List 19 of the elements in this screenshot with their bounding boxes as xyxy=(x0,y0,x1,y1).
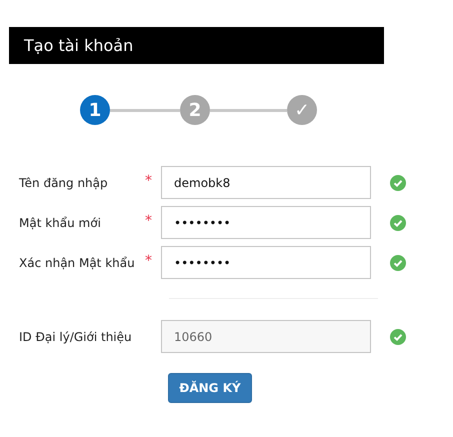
register-button[interactable]: ĐĂNG KÝ xyxy=(168,373,252,403)
check-circle-icon xyxy=(390,174,406,190)
check-circle-icon xyxy=(390,328,406,344)
field-label: Tên đăng nhập xyxy=(18,176,109,190)
page-header: Tạo tài khoản xyxy=(9,27,384,64)
input-field[interactable]: •••••••• xyxy=(161,206,371,239)
check-circle-icon xyxy=(390,254,406,270)
check-circle-icon xyxy=(390,214,406,230)
input-field[interactable]: demobk8 xyxy=(161,166,371,199)
field-label: ID Đại lý/Giới thiệu xyxy=(18,330,133,344)
step-indicator: ✓ xyxy=(287,95,317,125)
required-mark: * xyxy=(145,173,153,189)
step-indicator: 1 xyxy=(80,95,110,125)
step-indicator: 2 xyxy=(180,95,210,125)
required-mark: * xyxy=(145,213,153,229)
required-mark: * xyxy=(145,253,153,269)
field-label: Mật khẩu mới xyxy=(18,216,102,230)
field-label: Xác nhận Mật khẩu xyxy=(18,256,136,270)
input-field[interactable]: •••••••• xyxy=(161,246,371,279)
